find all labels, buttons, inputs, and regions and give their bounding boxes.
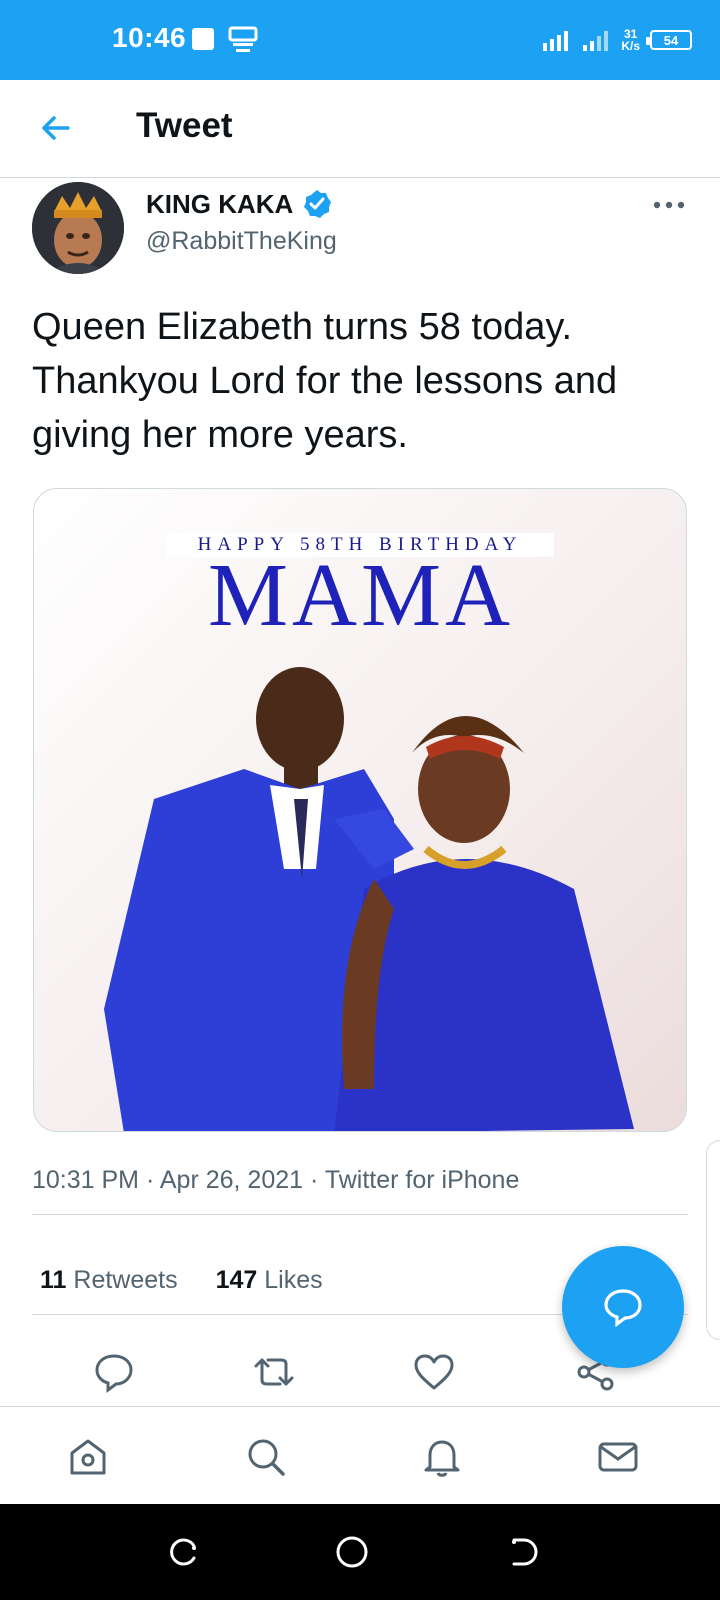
retweets-label: Retweets bbox=[73, 1266, 178, 1294]
notification-square-icon bbox=[192, 28, 214, 50]
signal-icon bbox=[583, 31, 609, 51]
likes-count: 147 bbox=[215, 1266, 258, 1294]
meta-separator: · bbox=[310, 1166, 325, 1194]
messages-icon[interactable] bbox=[596, 1435, 640, 1479]
avatar[interactable] bbox=[32, 182, 124, 274]
verified-badge-icon bbox=[304, 190, 332, 218]
home-icon[interactable] bbox=[66, 1435, 110, 1479]
tweet-text: Queen Elizabeth turns 58 today. Thankyou… bbox=[32, 306, 618, 456]
edge-panel-handle[interactable] bbox=[706, 1140, 720, 1340]
tweet-time: 10:31 PM bbox=[32, 1166, 140, 1194]
battery-icon: 54 bbox=[646, 30, 692, 50]
status-right: 31 K/s 54 bbox=[541, 22, 692, 58]
author-handle[interactable]: @RabbitTheKing bbox=[146, 227, 337, 256]
tweet-media[interactable]: HAPPY 58TH BIRTHDAY MAMA bbox=[33, 488, 687, 1132]
notification-icon bbox=[228, 26, 258, 52]
divider bbox=[32, 1214, 688, 1215]
bottom-navigation bbox=[0, 1406, 720, 1504]
notifications-icon[interactable] bbox=[420, 1435, 464, 1479]
likes-label: Likes bbox=[264, 1266, 323, 1294]
signal-icon bbox=[543, 31, 569, 51]
page-title: Tweet bbox=[136, 106, 233, 145]
battery-level: 54 bbox=[663, 32, 679, 48]
tweet-date: Apr 26, 2021 bbox=[159, 1166, 304, 1194]
more-icon[interactable] bbox=[652, 196, 686, 214]
retweet-icon[interactable] bbox=[252, 1350, 296, 1394]
avatar-image bbox=[32, 182, 124, 274]
search-icon[interactable] bbox=[244, 1435, 288, 1479]
back-button-icon[interactable] bbox=[506, 1534, 542, 1570]
app-header: Tweet bbox=[0, 80, 720, 178]
tweet-meta: 10:31 PM · Apr 26, 2021 · Twitter for iP… bbox=[32, 1166, 519, 1195]
meta-separator: · bbox=[145, 1166, 160, 1194]
author-name[interactable]: KING KAKA bbox=[146, 189, 293, 220]
home-button-icon[interactable] bbox=[334, 1534, 370, 1570]
recent-apps-icon[interactable] bbox=[164, 1534, 200, 1570]
back-arrow-icon[interactable] bbox=[36, 108, 76, 148]
status-time: 10:46 bbox=[112, 22, 187, 53]
likes-stat[interactable]: 147 Likes bbox=[216, 1266, 323, 1295]
retweets-count: 11 bbox=[40, 1266, 67, 1294]
like-icon[interactable] bbox=[412, 1350, 456, 1394]
status-bar: 10:46 31 K/s 54 bbox=[0, 0, 720, 80]
media-banner-big: MAMA bbox=[207, 546, 515, 645]
compose-reply-icon bbox=[604, 1289, 642, 1328]
author-name-row[interactable]: KING KAKA bbox=[146, 188, 333, 220]
compose-reply-button[interactable] bbox=[562, 1246, 684, 1368]
tweet-client[interactable]: Twitter for iPhone bbox=[325, 1166, 520, 1194]
network-speed-unit: K/s bbox=[621, 39, 640, 53]
reply-icon[interactable] bbox=[92, 1350, 136, 1394]
system-navigation-bar bbox=[0, 1504, 720, 1600]
network-speed: 31 K/s bbox=[621, 28, 640, 52]
tweet-stats: 11 Retweets 147 Likes bbox=[40, 1266, 323, 1295]
retweets-stat[interactable]: 11 Retweets bbox=[40, 1266, 178, 1295]
